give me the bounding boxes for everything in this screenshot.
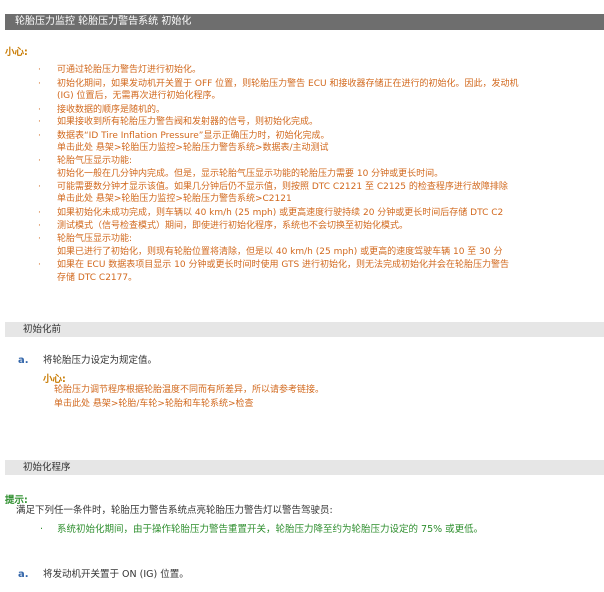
caution-line: 接收数据的顺序是随机的。 <box>57 105 166 115</box>
caution-line: 如果初始化未成功完成，则车辆以 40 km/h (25 mph) 或更高速度行驶… <box>57 208 504 218</box>
bullet: · <box>38 117 41 127</box>
step-letter: a. <box>18 355 29 366</box>
step-text: 将发动机开关置于 ON (IG) 位置。 <box>43 569 189 580</box>
bullet: · <box>38 260 41 270</box>
caution-line: 轮胎压力调节程序根据轮胎温度不同而有所差异，所以请参考链接。 <box>54 385 325 395</box>
hint-label: 提示: <box>5 495 28 506</box>
bullet: · <box>38 221 41 231</box>
caution-line: (IG) 位置后，无需再次进行初始化程序。 <box>57 91 221 101</box>
step-letter: a. <box>18 569 29 580</box>
bullet: · <box>38 105 41 115</box>
caution-line: 初始化一般在几分钟内完成。但是，显示轮胎气压显示功能的轮胎压力需要 10 分钟或… <box>57 169 444 179</box>
caution-line: 可通过轮胎压力警告灯进行初始化。 <box>57 65 202 75</box>
page: 轮胎压力监控 轮胎压力警告系统 初始化 小心: · 可通过轮胎压力警告灯进行初始… <box>0 0 604 592</box>
caution-line: 测试模式（信号检查模式）期间，即使进行初始化程序，系统也不会切换至初始化模式。 <box>57 221 409 231</box>
page-title: 轮胎压力监控 轮胎压力警告系统 初始化 <box>5 14 604 30</box>
link-data-list[interactable]: 单击此处 悬架>轮胎压力监控>轮胎压力警告系统>数据表/主动测试 <box>57 142 329 154</box>
section-header-procedure: 初始化程序 <box>5 460 604 475</box>
caution-line: 轮胎气压显示功能: <box>57 234 133 244</box>
caution-line: 如果已进行了初始化，则现有轮胎位置将清除，但是以 40 km/h (25 mph… <box>57 247 503 257</box>
bullet: · <box>38 156 41 166</box>
caution-label: 小心: <box>43 374 66 385</box>
bullet: · <box>38 234 41 244</box>
bullet: · <box>40 524 44 535</box>
caution-line: 可能需要数分钟才显示该值。如果几分钟后仍不显示值，则按照 DTC C2121 至… <box>57 182 508 192</box>
bullet: · <box>38 131 41 141</box>
hint-text: 满足下列任一条件时，轮胎压力警告系统点亮轮胎压力警告灯以警告驾驶员: <box>16 505 333 516</box>
caution-line: 初始化期间，如果发动机开关置于 OFF 位置，则轮胎压力警告 ECU 和接收器存… <box>57 79 519 89</box>
caution-label: 小心: <box>5 47 28 58</box>
caution-line: 如果接收到所有轮胎压力警告阀和发射器的信号，则初始化完成。 <box>57 117 319 127</box>
bullet: · <box>38 79 41 89</box>
bullet: · <box>38 182 41 192</box>
hint-item: 系统初始化期间，由于操作轮胎压力警告重置开关，轮胎压力降至约为轮胎压力设定的 7… <box>57 524 484 535</box>
caution-line: 轮胎气压显示功能: <box>57 156 133 166</box>
link-c2121[interactable]: 单击此处 悬架>轮胎压力监控>轮胎压力警告系统>C2121 <box>57 193 292 205</box>
section-header-pre: 初始化前 <box>5 322 604 337</box>
step-text: 将轮胎压力设定为规定值。 <box>43 355 158 366</box>
caution-line: 如果在 ECU 数据表项目显示 10 分钟或更长时间时使用 GTS 进行初始化，… <box>57 260 510 270</box>
bullet: · <box>38 65 41 75</box>
link-tire-check[interactable]: 单击此处 悬架>轮胎/车轮>轮胎和车轮系统>检查 <box>54 398 254 410</box>
caution-line: 存储 DTC C2177。 <box>57 273 138 283</box>
bullet: · <box>38 208 41 218</box>
caution-line: 数据表“ID Tire Inflation Pressure”显示正确压力时，初… <box>57 131 330 141</box>
